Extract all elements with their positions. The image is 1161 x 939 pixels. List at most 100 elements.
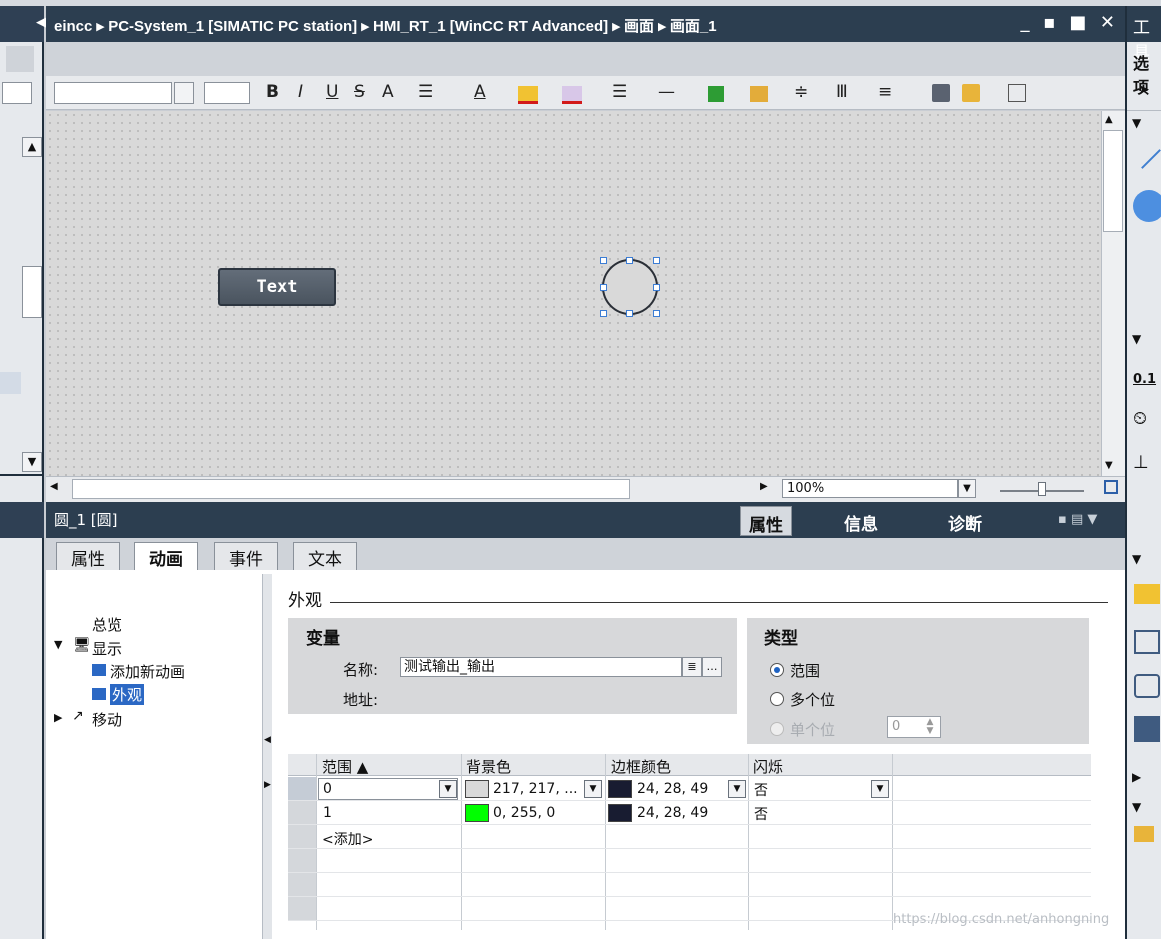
- row0-flashing[interactable]: 否: [754, 780, 768, 800]
- layer-icon[interactable]: [932, 84, 950, 102]
- details-view-header[interactable]: [0, 502, 44, 538]
- row0-bg-swatch[interactable]: [465, 780, 489, 798]
- radio-range[interactable]: [770, 663, 784, 677]
- slider-tool-icon[interactable]: ⊥: [1133, 452, 1149, 473]
- range-dropdown-icon[interactable]: ▼: [439, 780, 457, 798]
- collapse-left-icon[interactable]: ◀: [36, 15, 46, 30]
- row1-border-color[interactable]: 24, 28, 49: [637, 805, 708, 821]
- tab-diagnostics[interactable]: 诊断: [940, 506, 990, 536]
- tag-list-icon[interactable]: ≣: [682, 657, 702, 677]
- grid-header-range[interactable]: 范围 ▲: [322, 756, 368, 777]
- resize-handle-br[interactable]: [653, 310, 660, 317]
- subtab-properties[interactable]: 属性: [56, 542, 120, 570]
- subtab-texts[interactable]: 文本: [293, 542, 357, 570]
- zoom-area-icon[interactable]: [1008, 84, 1026, 102]
- zoom-slider-handle[interactable]: [1038, 482, 1046, 496]
- strikethrough-button[interactable]: S: [354, 82, 365, 102]
- graphics-expand-icon[interactable]: ▶: [1132, 770, 1141, 784]
- radio-multiple-bits-label[interactable]: 多个位: [790, 689, 835, 710]
- hscroll-left-icon[interactable]: ◀: [50, 481, 58, 492]
- canvas-vertical-thumb[interactable]: [1103, 130, 1123, 232]
- hscroll-right-icon[interactable]: ▶: [760, 481, 768, 492]
- circle-tool-icon[interactable]: [1133, 190, 1161, 222]
- expand-display-icon[interactable]: ▼: [54, 638, 62, 651]
- row1-bg-swatch[interactable]: [465, 804, 489, 822]
- fill-color-icon[interactable]: [518, 86, 538, 104]
- left-toolbar-icon[interactable]: [2, 82, 32, 104]
- align-icon[interactable]: ☰: [418, 82, 433, 102]
- resize-handle-t[interactable]: [626, 257, 633, 264]
- font-size-input[interactable]: [204, 82, 250, 104]
- row-header[interactable]: [288, 873, 316, 896]
- grid-header-bg-color[interactable]: 背景色: [466, 756, 511, 777]
- underline-button[interactable]: U: [326, 82, 338, 102]
- alarm-view-icon[interactable]: [1134, 584, 1160, 604]
- grid-header-border-color[interactable]: 边框颜色: [611, 756, 671, 777]
- tree-item-movement[interactable]: 移动: [92, 709, 122, 730]
- pointer-icon[interactable]: ➤: [1138, 82, 1150, 98]
- tree-splitter[interactable]: [262, 574, 272, 939]
- canvas-horizontal-thumb[interactable]: [72, 479, 630, 499]
- font-list-icon[interactable]: [174, 82, 194, 104]
- row-header[interactable]: [288, 777, 316, 800]
- bg-color-dropdown-icon[interactable]: ▼: [584, 780, 602, 798]
- vscroll-down-icon[interactable]: ▼: [1105, 460, 1113, 471]
- screen-canvas[interactable]: [46, 111, 1101, 476]
- resize-handle-b[interactable]: [626, 310, 633, 317]
- expand-movement-icon[interactable]: ▶: [54, 711, 62, 724]
- splitter-left-icon[interactable]: ◀: [264, 735, 271, 745]
- tree-item-add-animation[interactable]: 添加新动画: [110, 661, 185, 682]
- scroll-up-icon[interactable]: ▲: [22, 137, 42, 157]
- basic-objects-expand-icon[interactable]: ▼: [1132, 116, 1141, 130]
- controls-expand-icon[interactable]: ▼: [1132, 552, 1141, 566]
- rotate-icon[interactable]: [750, 86, 768, 102]
- breadcrumb[interactable]: eincc ▸ PC-System_1 [SIMATIC PC station]…: [54, 15, 717, 36]
- align-center-icon[interactable]: ≑: [794, 82, 808, 102]
- clock-icon[interactable]: ⏲: [1133, 408, 1147, 429]
- left-scroll-thumb[interactable]: [22, 266, 42, 318]
- resize-handle-tr[interactable]: [653, 257, 660, 264]
- font-size-grow-icon[interactable]: A: [382, 82, 394, 102]
- vscroll-up-icon[interactable]: ▲: [1105, 114, 1113, 125]
- radio-range-label[interactable]: 范围: [790, 660, 820, 681]
- tag-browse-button[interactable]: …: [702, 657, 722, 677]
- trend-view-icon[interactable]: [1134, 630, 1160, 654]
- row1-flashing[interactable]: 否: [754, 804, 768, 824]
- resize-handle-bl[interactable]: [600, 310, 607, 317]
- row-header[interactable]: [288, 897, 316, 920]
- fit-page-icon[interactable]: [1104, 480, 1118, 494]
- distribute-icon[interactable]: Ⅲ: [836, 82, 848, 102]
- grid-header-flashing[interactable]: 闪烁: [753, 756, 783, 777]
- bold-button[interactable]: B: [266, 82, 279, 102]
- elements-expand-icon[interactable]: ▼: [1132, 332, 1141, 346]
- range-input[interactable]: [318, 778, 458, 800]
- resize-handle-tl[interactable]: [600, 257, 607, 264]
- row0-border-color[interactable]: 24, 28, 49: [637, 781, 708, 797]
- line-color-icon[interactable]: [562, 86, 582, 104]
- row0-range[interactable]: 0: [323, 781, 332, 797]
- tag-name-input[interactable]: 测试输出_输出: [400, 657, 682, 677]
- window-controls[interactable]: _ ▪ ■ ✕: [1021, 12, 1119, 33]
- tab-properties[interactable]: 属性: [740, 506, 792, 536]
- row0-border-swatch[interactable]: [608, 780, 632, 798]
- panel-options-icon[interactable]: ▪ ▤ ▼: [1058, 512, 1097, 527]
- user-view-icon[interactable]: [1134, 674, 1160, 698]
- italic-button[interactable]: I: [298, 82, 303, 102]
- row1-range[interactable]: 1: [323, 805, 332, 821]
- tree-item-display[interactable]: 显示: [92, 638, 122, 659]
- same-size-icon[interactable]: ≡: [878, 82, 892, 102]
- tab-info[interactable]: 信息: [836, 506, 886, 536]
- font-name-input[interactable]: [54, 82, 172, 104]
- zoom-dropdown-icon[interactable]: ▼: [958, 479, 976, 498]
- radio-multiple-bits[interactable]: [770, 692, 784, 706]
- row-header[interactable]: [288, 849, 316, 872]
- border-color-dropdown-icon[interactable]: ▼: [728, 780, 746, 798]
- arrange-icon[interactable]: [962, 84, 980, 102]
- row1-border-swatch[interactable]: [608, 804, 632, 822]
- splitter-right-icon[interactable]: ▶: [264, 780, 271, 790]
- scroll-down-icon[interactable]: ▼: [22, 452, 42, 472]
- libraries-expand-icon[interactable]: ▼: [1132, 800, 1141, 814]
- tree-item-appearance[interactable]: 外观: [110, 684, 145, 705]
- fill-pattern-icon[interactable]: [708, 86, 724, 102]
- recipe-view-icon[interactable]: [1134, 716, 1160, 742]
